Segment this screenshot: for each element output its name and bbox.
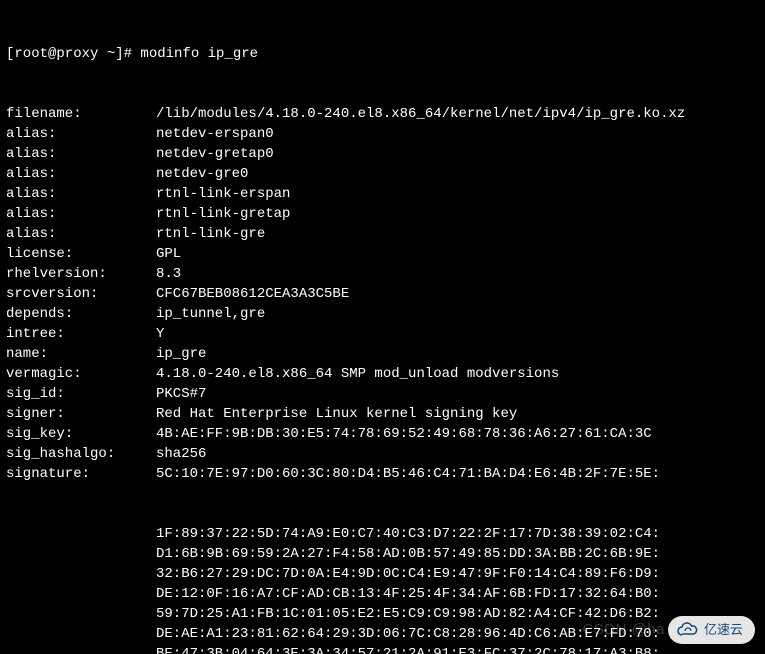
prompt-line: [root@proxy ~]# modinfo ip_gre bbox=[6, 44, 759, 64]
modinfo-key: rhelversion: bbox=[6, 264, 156, 284]
modinfo-key: intree: bbox=[6, 324, 156, 344]
modinfo-line: alias:netdev-erspan0 bbox=[6, 124, 759, 144]
modinfo-line: signature:5C:10:7E:97:D0:60:3C:80:D4:B5:… bbox=[6, 464, 759, 484]
yisu-badge: 亿速云 bbox=[668, 616, 755, 644]
modinfo-value: CFC67BEB08612CEA3A3C5BE bbox=[156, 284, 759, 304]
modinfo-value: 5C:10:7E:97:D0:60:3C:80:D4:B5:46:C4:71:B… bbox=[156, 464, 759, 484]
modinfo-value: netdev-gre0 bbox=[156, 164, 759, 184]
modinfo-value: PKCS#7 bbox=[156, 384, 759, 404]
modinfo-key: alias: bbox=[6, 164, 156, 184]
modinfo-key: name: bbox=[6, 344, 156, 364]
modinfo-value: rtnl-link-gre bbox=[156, 224, 759, 244]
modinfo-key: srcversion: bbox=[6, 284, 156, 304]
modinfo-value: 8.3 bbox=[156, 264, 759, 284]
modinfo-line: license:GPL bbox=[6, 244, 759, 264]
modinfo-value: ip_gre bbox=[156, 344, 759, 364]
modinfo-key: depends: bbox=[6, 304, 156, 324]
modinfo-line: name:ip_gre bbox=[6, 344, 759, 364]
cloud-icon bbox=[676, 622, 698, 638]
shell-command: modinfo ip_gre bbox=[140, 44, 258, 64]
modinfo-line: sig_id:PKCS#7 bbox=[6, 384, 759, 404]
modinfo-value: /lib/modules/4.18.0-240.el8.x86_64/kerne… bbox=[156, 104, 759, 124]
badge-label: 亿速云 bbox=[704, 620, 743, 640]
modinfo-key: sig_hashalgo: bbox=[6, 444, 156, 464]
signature-line: D1:6B:9B:69:59:2A:27:F4:58:AD:0B:57:49:8… bbox=[156, 544, 759, 564]
modinfo-line: alias:netdev-gretap0 bbox=[6, 144, 759, 164]
modinfo-value: Y bbox=[156, 324, 759, 344]
modinfo-value: sha256 bbox=[156, 444, 759, 464]
modinfo-key: filename: bbox=[6, 104, 156, 124]
modinfo-key: alias: bbox=[6, 124, 156, 144]
modinfo-value: rtnl-link-gretap bbox=[156, 204, 759, 224]
modinfo-line: alias:rtnl-link-gretap bbox=[6, 204, 759, 224]
modinfo-line: depends:ip_tunnel,gre bbox=[6, 304, 759, 324]
modinfo-line: vermagic:4.18.0-240.el8.x86_64 SMP mod_u… bbox=[6, 364, 759, 384]
modinfo-line: filename:/lib/modules/4.18.0-240.el8.x86… bbox=[6, 104, 759, 124]
modinfo-key: signature: bbox=[6, 464, 156, 484]
csdn-watermark: CSDN @ha bbox=[582, 620, 665, 640]
modinfo-key: vermagic: bbox=[6, 364, 156, 384]
modinfo-line: rhelversion:8.3 bbox=[6, 264, 759, 284]
modinfo-key: sig_id: bbox=[6, 384, 156, 404]
modinfo-value: 4B:AE:FF:9B:DB:30:E5:74:78:69:52:49:68:7… bbox=[156, 424, 759, 444]
terminal-output: [root@proxy ~]# modinfo ip_gre filename:… bbox=[0, 0, 765, 654]
signature-line: DE:12:0F:16:A7:CF:AD:CB:13:4F:25:4F:34:A… bbox=[156, 584, 759, 604]
modinfo-value: netdev-erspan0 bbox=[156, 124, 759, 144]
modinfo-line: signer:Red Hat Enterprise Linux kernel s… bbox=[6, 404, 759, 424]
modinfo-value: 4.18.0-240.el8.x86_64 SMP mod_unload mod… bbox=[156, 364, 759, 384]
signature-line: 1F:89:37:22:5D:74:A9:E0:C7:40:C3:D7:22:2… bbox=[156, 524, 759, 544]
modinfo-line: sig_key:4B:AE:FF:9B:DB:30:E5:74:78:69:52… bbox=[6, 424, 759, 444]
modinfo-value: Red Hat Enterprise Linux kernel signing … bbox=[156, 404, 759, 424]
modinfo-line: sig_hashalgo:sha256 bbox=[6, 444, 759, 464]
modinfo-value: GPL bbox=[156, 244, 759, 264]
modinfo-line: alias:netdev-gre0 bbox=[6, 164, 759, 184]
signature-line: 32:B6:27:29:DC:7D:0A:E4:9D:0C:C4:E9:47:9… bbox=[156, 564, 759, 584]
modinfo-line: intree:Y bbox=[6, 324, 759, 344]
modinfo-key: signer: bbox=[6, 404, 156, 424]
modinfo-key: sig_key: bbox=[6, 424, 156, 444]
modinfo-value: netdev-gretap0 bbox=[156, 144, 759, 164]
modinfo-line: alias:rtnl-link-gre bbox=[6, 224, 759, 244]
modinfo-value: ip_tunnel,gre bbox=[156, 304, 759, 324]
modinfo-line: srcversion:CFC67BEB08612CEA3A3C5BE bbox=[6, 284, 759, 304]
modinfo-key: alias: bbox=[6, 184, 156, 204]
modinfo-key: alias: bbox=[6, 204, 156, 224]
signature-line: BE:47:3B:04:64:3E:3A:34:57:21:2A:91:E3:F… bbox=[156, 644, 759, 654]
modinfo-line: alias:rtnl-link-erspan bbox=[6, 184, 759, 204]
modinfo-key: alias: bbox=[6, 224, 156, 244]
modinfo-value: rtnl-link-erspan bbox=[156, 184, 759, 204]
modinfo-key: alias: bbox=[6, 144, 156, 164]
modinfo-key: license: bbox=[6, 244, 156, 264]
signature-line: 59:7D:25:A1:FB:1C:01:05:E2:E5:C9:C9:98:A… bbox=[156, 604, 759, 624]
shell-prompt: [root@proxy ~]# bbox=[6, 44, 140, 64]
